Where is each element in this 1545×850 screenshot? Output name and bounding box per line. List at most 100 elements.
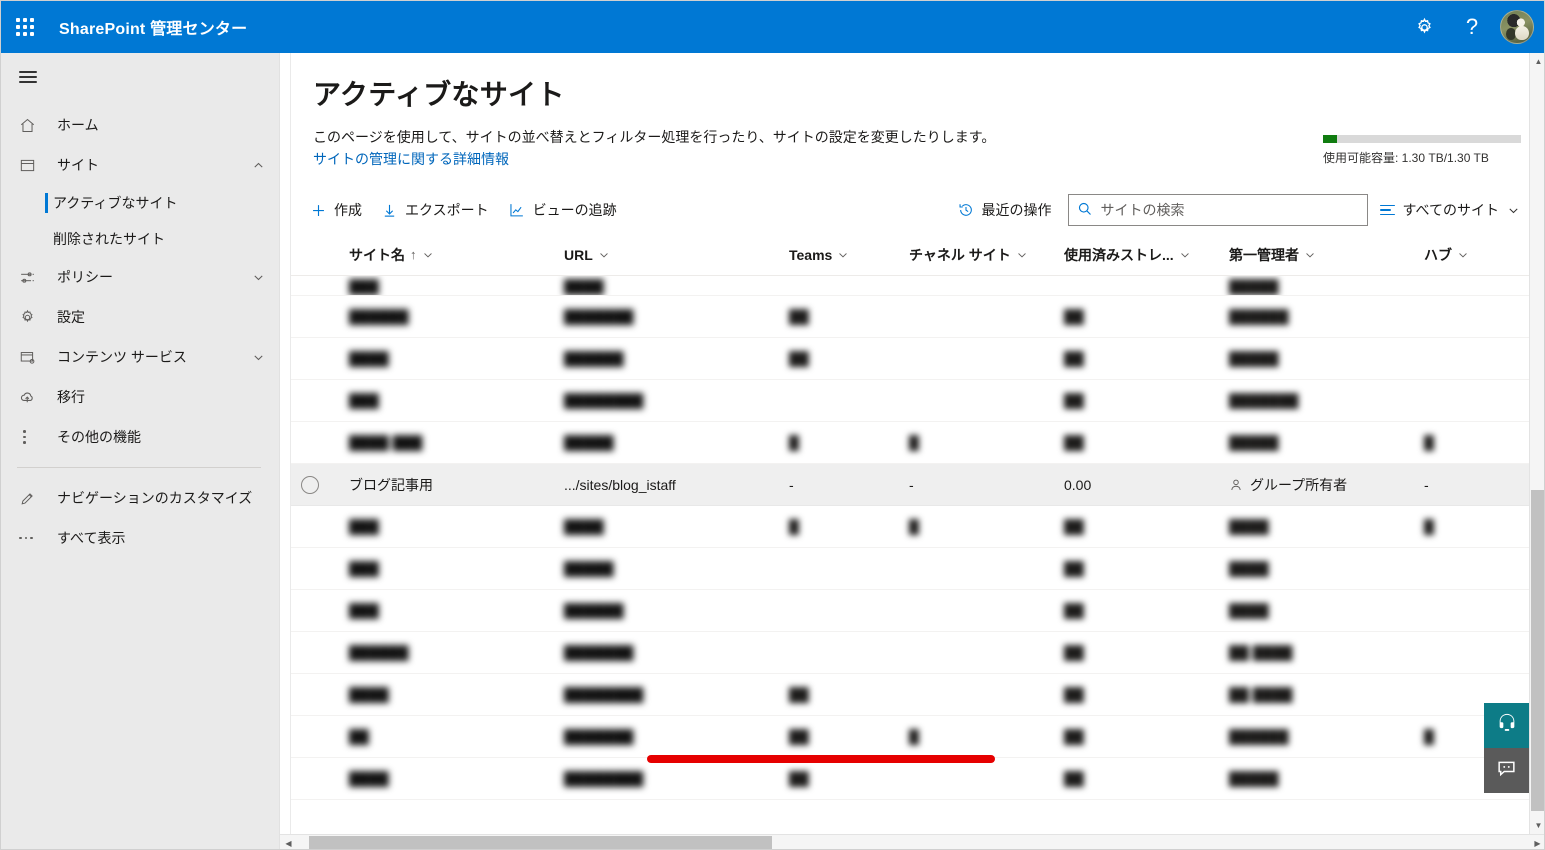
sidebar-item-content-services[interactable]: コンテンツ サービス (1, 337, 279, 377)
support-button[interactable] (1484, 703, 1529, 748)
view-selector[interactable]: すべてのサイト (1368, 194, 1524, 226)
horizontal-scrollbar[interactable]: ◀ ▶ (280, 834, 1544, 849)
search-box[interactable] (1067, 194, 1368, 226)
sidebar-sub-label: アクティブなサイト (53, 195, 178, 211)
chevron-down-icon[interactable] (1457, 249, 1469, 261)
table-row[interactable]: ███ ████ █████ (281, 276, 1544, 296)
table-row[interactable]: ███ █████ ██ ████ (281, 548, 1544, 590)
sidebar-item-show-all[interactable]: すべて表示 (1, 518, 279, 558)
table-row[interactable]: ███ ████ █ █ ██ ████ █ (281, 506, 1544, 548)
sidebar-item-policies[interactable]: ポリシー (1, 257, 279, 297)
content-services-icon (19, 347, 41, 367)
vertical-scrollbar-thumb[interactable] (1531, 490, 1544, 811)
export-button[interactable]: エクスポート (372, 193, 499, 227)
table-row[interactable]: ███ ██████ ██ ████ (281, 590, 1544, 632)
suite-title[interactable]: SharePoint 管理センター (59, 15, 247, 39)
sidebar-item-sites[interactable]: サイト (1, 145, 279, 185)
chevron-down-icon[interactable] (1016, 249, 1028, 261)
avatar[interactable] (1500, 10, 1534, 44)
cell-name: ████ (349, 686, 389, 703)
app-launcher-icon[interactable] (1, 1, 49, 53)
sidebar-item-deleted-sites[interactable]: 削除されたサイト (1, 221, 279, 257)
feedback-button[interactable] (1484, 748, 1529, 793)
scroll-down-arrow-icon[interactable]: ▼ (1530, 817, 1544, 834)
page-title: アクティブなサイト (313, 79, 565, 110)
table-row[interactable]: ████ ████████ ██ ██ ██ ████ (281, 674, 1544, 716)
row-select-cell[interactable] (301, 475, 349, 494)
history-clock-icon (958, 202, 974, 218)
floating-action-buttons (1484, 703, 1529, 793)
column-header-url[interactable]: URL (564, 247, 789, 263)
view-selector-label: すべてのサイト (1402, 202, 1499, 218)
create-button[interactable]: 作成 (301, 193, 372, 227)
chevron-up-icon[interactable] (252, 159, 265, 172)
chevron-down-icon[interactable] (1179, 249, 1191, 261)
column-header-hub[interactable]: ハブ (1424, 245, 1534, 265)
chevron-down-icon[interactable] (422, 249, 434, 261)
table-row[interactable]: ブログ記事用 .../sites/blog_istaff - - 0.00 グループ所有者… (281, 464, 1544, 506)
sidebar-item-customize-navigation[interactable]: ナビゲーションのカスタマイズ (1, 478, 279, 518)
vertical-scrollbar[interactable]: ▲ ▼ (1529, 53, 1544, 834)
cell-chan: █ (909, 434, 919, 451)
cell-url: ████████ (564, 770, 644, 787)
cell-url: ███████ (564, 644, 634, 661)
cell-url: ██████ (564, 350, 624, 367)
chevron-down-icon[interactable] (1304, 249, 1316, 261)
cell-url: ████████ (564, 686, 644, 703)
cell-url: ███████ (564, 728, 634, 745)
learn-more-link[interactable]: サイトの管理に関する詳細情報 (313, 149, 509, 169)
cell-name: ████ ███ (349, 434, 423, 451)
table-row[interactable]: ██████ ███████ ██ ██ ██████ (281, 296, 1544, 338)
hamburger-icon[interactable] (1, 53, 279, 101)
chevron-down-icon[interactable] (837, 249, 849, 261)
sidebar-item-label: ナビゲーションのカスタマイズ (57, 490, 253, 506)
sidebar-item-active-sites[interactable]: アクティブなサイト (1, 185, 279, 221)
column-header-channel-site[interactable]: チャネル サイト (909, 245, 1064, 265)
search-input[interactable] (1067, 194, 1368, 226)
row-radio-button[interactable] (301, 475, 319, 494)
plus-icon (311, 203, 326, 218)
gear-icon[interactable] (1400, 1, 1448, 53)
table-row[interactable]: ████ ███ █████ █ █ ██ █████ █ (281, 422, 1544, 464)
chevron-down-icon[interactable] (252, 271, 265, 284)
cell-text: グループ所有者 (1250, 476, 1348, 493)
table-row[interactable]: █████████████████████ (281, 758, 1544, 800)
cell-name: ██████ (349, 308, 409, 325)
track-views-button[interactable]: ビューの追跡 (499, 193, 627, 227)
cell-admin: █████ (1229, 434, 1279, 451)
cell-url: █████ (564, 434, 614, 451)
recent-actions-button[interactable]: 最近の操作 (948, 193, 1062, 227)
sharepoint-admin-center-window: SharePoint 管理センター ? ホーム サイト アクティブなサイト 削除… (0, 0, 1545, 850)
column-header-site-name[interactable]: サイト名 ↑ (349, 245, 564, 265)
cell-name: ████ (349, 350, 389, 367)
sidebar-item-home[interactable]: ホーム (1, 105, 279, 145)
table-row[interactable]: ███ ████████ ██ ███████ (281, 380, 1544, 422)
horizontal-scrollbar-thumb[interactable] (309, 836, 772, 849)
recent-actions-label: 最近の操作 (981, 202, 1052, 218)
table-row[interactable]: ██████ ███████ ██ ██ ████ (281, 632, 1544, 674)
table-row[interactable]: █████████████████████ (281, 716, 1544, 758)
scroll-right-arrow-icon[interactable]: ▶ (1529, 835, 1544, 849)
cell-store: ██ (1064, 560, 1084, 577)
table-row[interactable]: ████ ██████ ██ ██ █████ (281, 338, 1544, 380)
chevron-down-icon[interactable] (252, 351, 265, 364)
person-icon (1229, 478, 1243, 492)
cell-url: █████ (564, 560, 614, 577)
column-header-teams[interactable]: Teams (789, 247, 909, 263)
download-arrow-icon (382, 203, 397, 218)
chart-line-icon (509, 202, 525, 218)
migration-cloud-icon (19, 387, 41, 407)
column-header-primary-admin[interactable]: 第一管理者 (1229, 245, 1424, 265)
scroll-up-arrow-icon[interactable]: ▲ (1530, 53, 1544, 70)
cell-chan: █ (909, 518, 919, 535)
cell-name: ██ (349, 728, 369, 745)
chevron-down-icon[interactable] (598, 249, 610, 261)
more-features-icon (19, 427, 41, 447)
sites-grid: サイト名 ↑ URL Teams チャネル サイト 使用済みストレ... 第一管… (281, 234, 1544, 849)
scroll-left-arrow-icon[interactable]: ◀ (280, 835, 297, 849)
column-header-storage-used[interactable]: 使用済みストレ... (1064, 245, 1229, 265)
sidebar-item-settings[interactable]: 設定 (1, 297, 279, 337)
sidebar-item-more-features[interactable]: その他の機能 (1, 417, 279, 457)
help-question-icon[interactable]: ? (1448, 1, 1496, 53)
sidebar-item-migration[interactable]: 移行 (1, 377, 279, 417)
